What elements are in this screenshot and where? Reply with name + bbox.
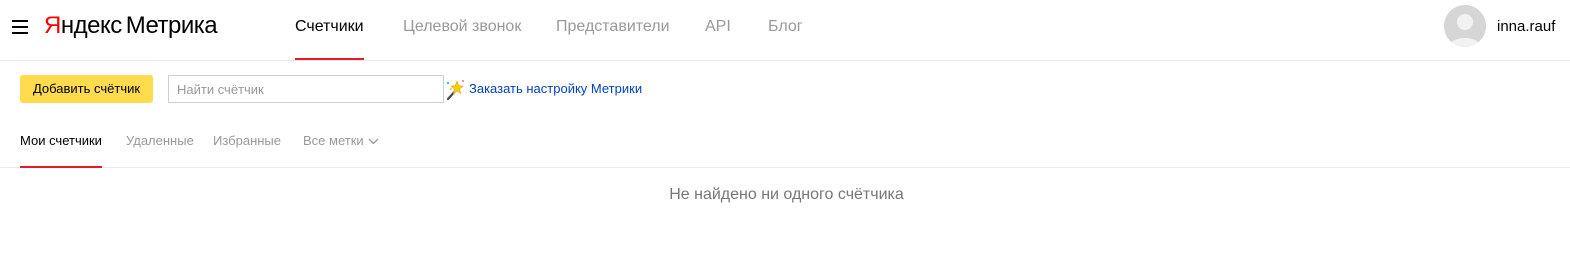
empty-state-message: Не найдено ни одного счётчика (669, 186, 904, 203)
counters-toolbar: Добавить счётчик Заказать настройку Метр… (0, 61, 1570, 117)
username[interactable]: inna.rauf (1497, 18, 1555, 35)
tab-all-labels[interactable]: Все метки (303, 117, 379, 167)
top-header: Яндекс Метрика Счетчики Целевой звонок Пр… (0, 0, 1570, 61)
logo-brand: Яндекс (44, 12, 122, 39)
tab-all-labels-text: Все метки (303, 133, 364, 148)
magic-wand-icon (446, 80, 464, 101)
hamburger-menu-icon[interactable] (12, 20, 28, 34)
tab-favorites[interactable]: Избранные (213, 117, 281, 167)
counter-tabs: Мои счетчики Удаленные Избранные Все мет… (0, 117, 1570, 168)
nav-item-target-call[interactable]: Целевой звонок (403, 0, 521, 60)
add-counter-button[interactable]: Добавить счётчик (20, 75, 153, 103)
nav-item-blog[interactable]: Блог (768, 0, 803, 60)
nav-item-representatives[interactable]: Представители (556, 0, 670, 60)
search-counter-input[interactable] (168, 75, 444, 103)
nav-item-counters[interactable]: Счетчики (295, 0, 364, 60)
order-setup-link-label[interactable]: Заказать настройку Метрики (469, 81, 642, 96)
logo-product: Метрика (125, 12, 218, 39)
user-avatar-icon[interactable] (1444, 5, 1486, 47)
yandex-metrika-logo[interactable]: Яндекс Метрика (44, 11, 218, 41)
tab-my-counters[interactable]: Мои счетчики (20, 117, 102, 168)
tab-deleted[interactable]: Удаленные (126, 117, 194, 167)
chevron-down-icon (368, 138, 379, 145)
nav-item-api[interactable]: API (705, 0, 731, 60)
